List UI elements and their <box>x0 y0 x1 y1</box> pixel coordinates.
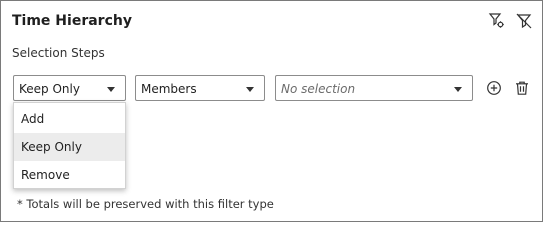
action-select[interactable]: Keep Only <box>13 75 126 101</box>
chevron-down-icon <box>246 87 254 92</box>
chevron-down-icon <box>107 87 115 92</box>
dropdown-option-keep-only[interactable]: Keep Only <box>14 133 125 161</box>
delete-trash-icon[interactable] <box>514 80 530 96</box>
type-select[interactable]: Members <box>135 75 265 101</box>
filter-settings-icon[interactable] <box>488 12 506 30</box>
chevron-down-icon <box>454 87 462 92</box>
section-subtitle: Selection Steps <box>12 46 105 60</box>
totals-footnote: * Totals will be preserved with this fil… <box>17 197 274 211</box>
type-select-value: Members <box>141 82 197 96</box>
action-dropdown-menu: Add Keep Only Remove <box>13 102 126 189</box>
add-circle-icon[interactable] <box>486 80 502 96</box>
selection-select[interactable]: No selection <box>275 75 473 101</box>
dropdown-option-remove[interactable]: Remove <box>14 161 125 189</box>
selection-select-placeholder: No selection <box>281 82 356 96</box>
action-select-value: Keep Only <box>19 82 80 96</box>
panel-title: Time Hierarchy <box>12 13 132 29</box>
filter-panel: Time Hierarchy Selection Steps Keep Only… <box>0 0 543 222</box>
dropdown-option-add[interactable]: Add <box>14 105 125 133</box>
clear-filter-icon[interactable] <box>515 12 533 30</box>
